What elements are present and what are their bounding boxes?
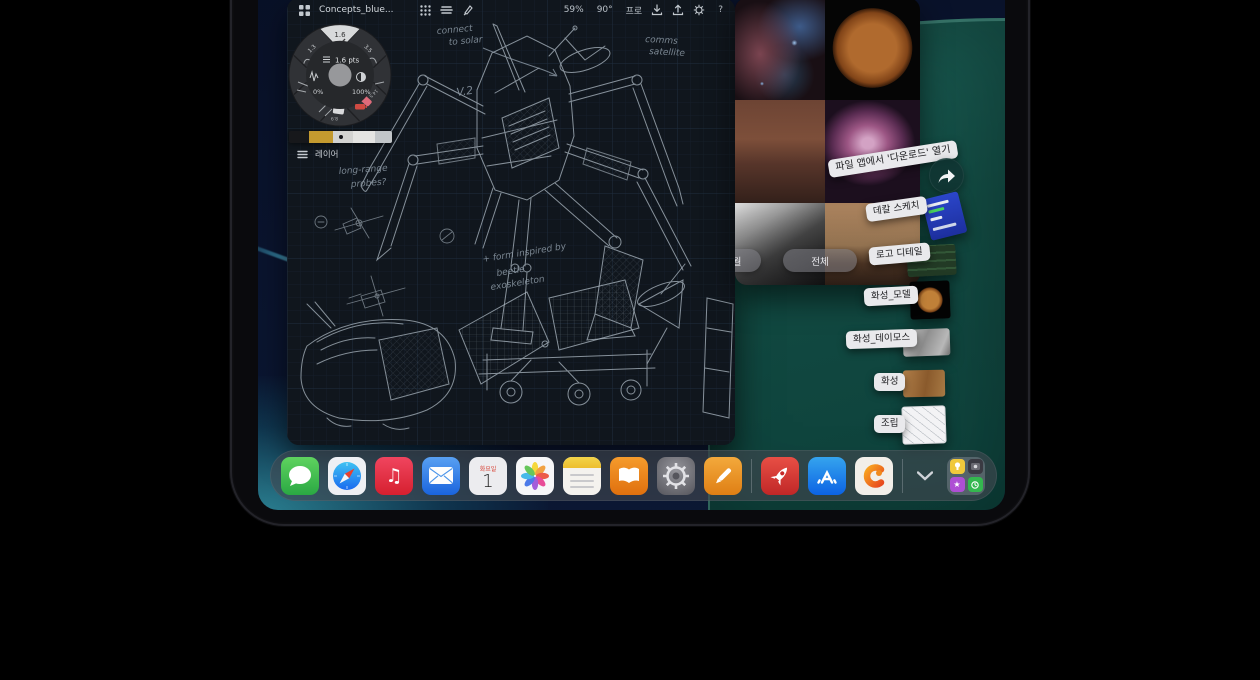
- settings-app-icon[interactable]: [657, 457, 695, 495]
- layers-stack-icon[interactable]: [440, 5, 453, 15]
- concepts-app-icon[interactable]: [855, 457, 893, 495]
- settings-gear-icon[interactable]: [693, 4, 705, 16]
- opacity-max: 100%: [352, 88, 371, 96]
- pill-all-label: 전체: [811, 254, 828, 268]
- compass-icon: [328, 457, 366, 495]
- calendar-app-icon[interactable]: 화요일 1: [469, 457, 507, 495]
- speech-bubble-icon: [287, 464, 313, 488]
- drag-label-assembly: 조립: [874, 415, 905, 433]
- mini-camera-icon: [968, 459, 983, 474]
- swatch-gold[interactable]: [309, 131, 333, 143]
- ipad-screen: connect to solar comms satellite V.2 lon…: [258, 0, 1005, 510]
- share-button[interactable]: [929, 158, 964, 193]
- mini-lightbulb-icon: [950, 459, 965, 474]
- dot-grid-icon[interactable]: [420, 5, 431, 16]
- swatch-gray[interactable]: [375, 131, 392, 143]
- chevron-down-icon: [917, 471, 933, 481]
- dock-collapse-chevron[interactable]: [912, 457, 938, 495]
- tool-wheel[interactable]: 1.6 1.3 3.5 8.9 14.5 1.6 pts 0% 100%: [287, 20, 395, 130]
- notes-app-icon[interactable]: [563, 457, 601, 495]
- mini-star-icon: ★: [950, 477, 965, 492]
- appstore-app-icon[interactable]: [808, 457, 846, 495]
- drag-thumb-mars-map[interactable]: [903, 370, 945, 398]
- gear-icon: [661, 461, 691, 491]
- drag-label-mars-model: 화성_모델: [864, 286, 919, 306]
- photos-app-window: 월 전체: [735, 0, 920, 285]
- pen-nib-icon[interactable]: [462, 4, 474, 16]
- concepts-app-window: connect to solar comms satellite V.2 lon…: [287, 0, 735, 445]
- stroke-width-label: 1.6 pts: [335, 57, 360, 65]
- notes-line: [570, 486, 594, 488]
- swatch-offwhite[interactable]: [353, 131, 375, 143]
- swatch-lightgray[interactable]: [333, 131, 353, 143]
- photo-mars-planet[interactable]: [825, 0, 920, 100]
- dock: ♫ 화요일 1: [270, 450, 997, 501]
- photos-app-icon[interactable]: [516, 457, 554, 495]
- notes-line: [570, 480, 594, 482]
- hamburger-icon: [297, 150, 308, 159]
- export-share-icon[interactable]: [672, 4, 684, 16]
- share-arrow-icon: [937, 168, 956, 184]
- appstore-a-icon: [814, 463, 840, 489]
- concepts-c-icon: [859, 461, 889, 491]
- music-app-icon[interactable]: ♫: [375, 457, 413, 495]
- photo-horsehead-nebula[interactable]: [735, 0, 825, 100]
- rocket-app-icon[interactable]: [761, 457, 799, 495]
- notes-yellow-strip: [563, 457, 601, 468]
- document-title[interactable]: Concepts_blue...: [319, 5, 393, 15]
- dock-divider: [902, 459, 903, 493]
- rotation-value[interactable]: 90°: [597, 5, 613, 15]
- concepts-toolbar: Concepts_blue... 59% 90° 프로 ?: [287, 0, 735, 22]
- photo-mars-surface[interactable]: [735, 100, 825, 203]
- drag-label-mars: 화성: [874, 373, 905, 391]
- messages-app-icon[interactable]: [281, 457, 319, 495]
- books-app-icon[interactable]: [610, 457, 648, 495]
- opacity-min: 0%: [313, 88, 323, 96]
- flower-icon: [519, 460, 551, 492]
- mini-timer-icon: [968, 477, 983, 492]
- pill-months-label: 월: [735, 254, 741, 268]
- svg-text:comms: comms: [645, 35, 678, 47]
- safari-app-icon[interactable]: [328, 457, 366, 495]
- mail-app-icon[interactable]: [422, 457, 460, 495]
- open-book-icon: [618, 467, 640, 484]
- ipad-device: connect to solar comms satellite V.2 lon…: [232, 0, 1028, 524]
- notes-line: [570, 474, 594, 476]
- dock-divider: [751, 459, 752, 493]
- zoom-level[interactable]: 59%: [564, 5, 584, 15]
- help-button[interactable]: ?: [718, 5, 723, 15]
- active-brush-size: 1.6: [334, 31, 346, 39]
- svg-text:V.2: V.2: [456, 84, 474, 99]
- download-icon[interactable]: [651, 4, 663, 16]
- drag-label-mars-deimos: 화성_데이모스: [846, 329, 918, 349]
- pill-all[interactable]: 전체: [783, 249, 857, 272]
- drag-thumb-assembly-sketch[interactable]: [901, 405, 946, 445]
- layers-button[interactable]: 레이어: [297, 148, 338, 160]
- calendar-day: 1: [482, 473, 493, 491]
- brush-size-bottom: 8.9: [331, 115, 338, 121]
- brush-preview-dot: [329, 64, 352, 87]
- apps-grid-icon[interactable]: [299, 5, 310, 16]
- pro-button[interactable]: 프로: [626, 4, 643, 17]
- music-note-icon: ♫: [385, 465, 402, 487]
- layers-label: 레이어: [315, 148, 338, 160]
- swatch-black[interactable]: [289, 131, 309, 143]
- app-library-grid: ★: [950, 459, 983, 492]
- envelope-icon: [429, 467, 453, 484]
- swatch-selected-dot: [339, 135, 343, 139]
- svg-text:satellite: satellite: [649, 47, 686, 59]
- pages-app-icon[interactable]: [704, 457, 742, 495]
- pen-icon: [710, 463, 736, 489]
- pill-months[interactable]: 월: [735, 249, 761, 272]
- app-library-icon[interactable]: ★: [947, 457, 985, 495]
- rocket-icon: [767, 463, 793, 489]
